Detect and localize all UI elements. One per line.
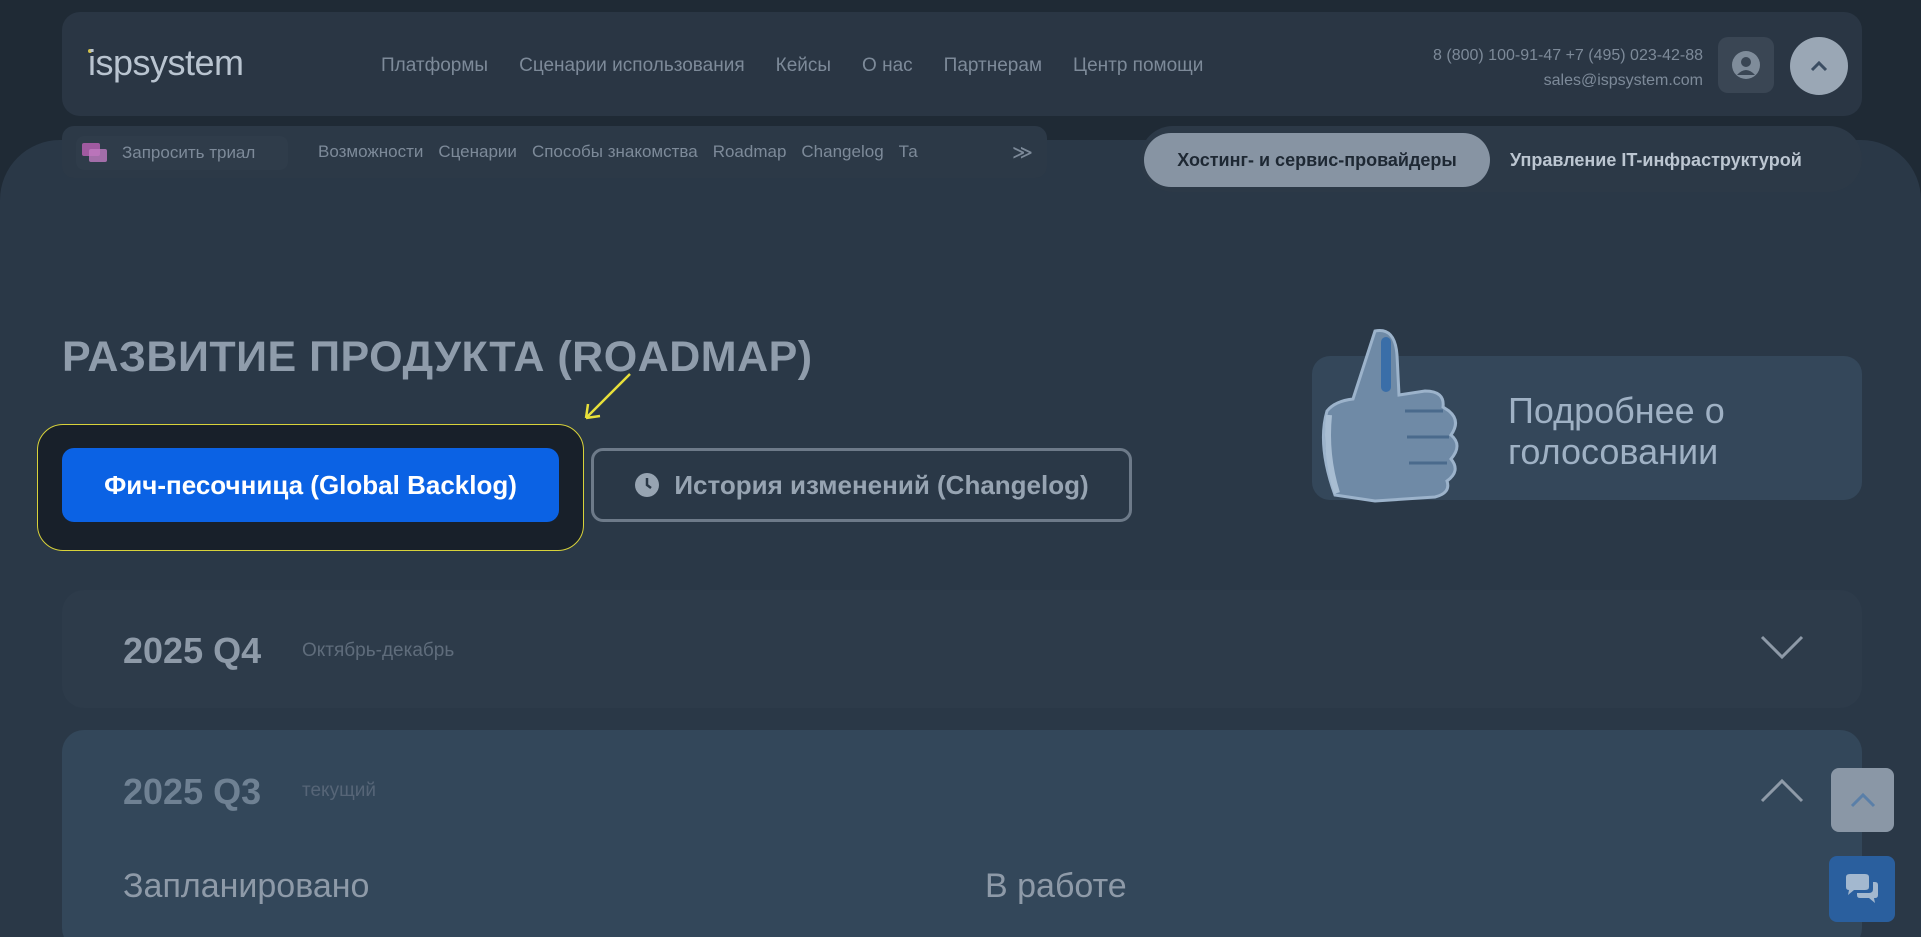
nav-partners[interactable]: Партнерам <box>944 55 1042 77</box>
subnav-ways[interactable]: Способы знакомства <box>532 142 698 162</box>
phone-numbers[interactable]: 8 (800) 100-91-47 +7 (495) 023-42-88 <box>1433 43 1703 68</box>
request-trial-label: Запросить триал <box>122 143 256 162</box>
chevron-up-icon <box>1850 792 1875 808</box>
user-icon <box>1732 51 1760 79</box>
nav-help-center[interactable]: Центр помощи <box>1073 55 1203 77</box>
column-planned: Запланировано <box>123 867 370 905</box>
page-title: РАЗВИТИЕ ПРОДУКТА (ROADMAP) <box>62 333 813 381</box>
user-account-button[interactable] <box>1718 37 1774 93</box>
subnav-features[interactable]: Возможности <box>318 142 423 162</box>
sales-email[interactable]: sales@ispsystem.com <box>1433 68 1703 93</box>
main-nav: Платформы Сценарии использования Кейсы О… <box>381 55 1203 77</box>
nav-scenarios[interactable]: Сценарии использования <box>519 55 745 77</box>
voting-line-2: голосовании <box>1508 431 1719 472</box>
quarter-title: 2025 Q3 <box>123 771 262 812</box>
request-trial-button[interactable]: Запросить триал <box>76 136 288 170</box>
logo[interactable]: ispsystem <box>88 42 244 84</box>
subnav-scenarios[interactable]: Сценарии <box>438 142 517 162</box>
chat-button[interactable] <box>1829 856 1895 922</box>
column-in-progress: В работе <box>985 867 1127 905</box>
chevron-up-icon[interactable] <box>1760 778 1804 804</box>
annotation-arrow-icon <box>584 373 631 420</box>
thumbs-up-icon <box>1321 329 1459 503</box>
segment-hosting[interactable]: Хостинг- и сервис-провайдеры <box>1144 133 1490 187</box>
contacts: 8 (800) 100-91-47 +7 (495) 023-42-88 sal… <box>1433 43 1703 93</box>
segment-it-infra[interactable]: Управление IT-инфраструктурой <box>1510 150 1802 171</box>
changelog-label: История изменений (Changelog) <box>674 469 1089 500</box>
trial-icon <box>82 143 107 162</box>
nav-platforms[interactable]: Платформы <box>381 55 488 77</box>
chevron-down-icon[interactable] <box>1760 634 1804 660</box>
quarter-title: 2025 Q4 <box>123 630 262 671</box>
subnav-links: Возможности Сценарии Способы знакомства … <box>318 142 918 162</box>
quarter-subtitle: Октябрь-декабрь <box>302 640 455 661</box>
quarter-subtitle: текущий <box>302 780 376 801</box>
voting-line-1: Подробнее о <box>1508 390 1725 431</box>
chat-icon <box>1846 874 1878 903</box>
scroll-to-top-button[interactable] <box>1831 768 1894 832</box>
nav-about[interactable]: О нас <box>862 55 913 77</box>
global-backlog-button[interactable]: Фич-песочница (Global Backlog) <box>62 448 559 522</box>
subnav-truncated[interactable]: Та <box>899 142 918 162</box>
voting-info-text: Подробнее о голосовании <box>1508 390 1725 472</box>
scroll-top-circle-button[interactable] <box>1790 37 1848 95</box>
subnav-changelog[interactable]: Changelog <box>801 142 883 162</box>
nav-cases[interactable]: Кейсы <box>776 55 831 77</box>
subnav-more-icon[interactable]: ≫ <box>1012 140 1033 165</box>
chevron-up-icon <box>1810 60 1828 72</box>
clock-icon <box>635 473 660 497</box>
changelog-button[interactable]: История изменений (Changelog) <box>591 448 1132 522</box>
subnav-roadmap[interactable]: Roadmap <box>713 142 787 162</box>
